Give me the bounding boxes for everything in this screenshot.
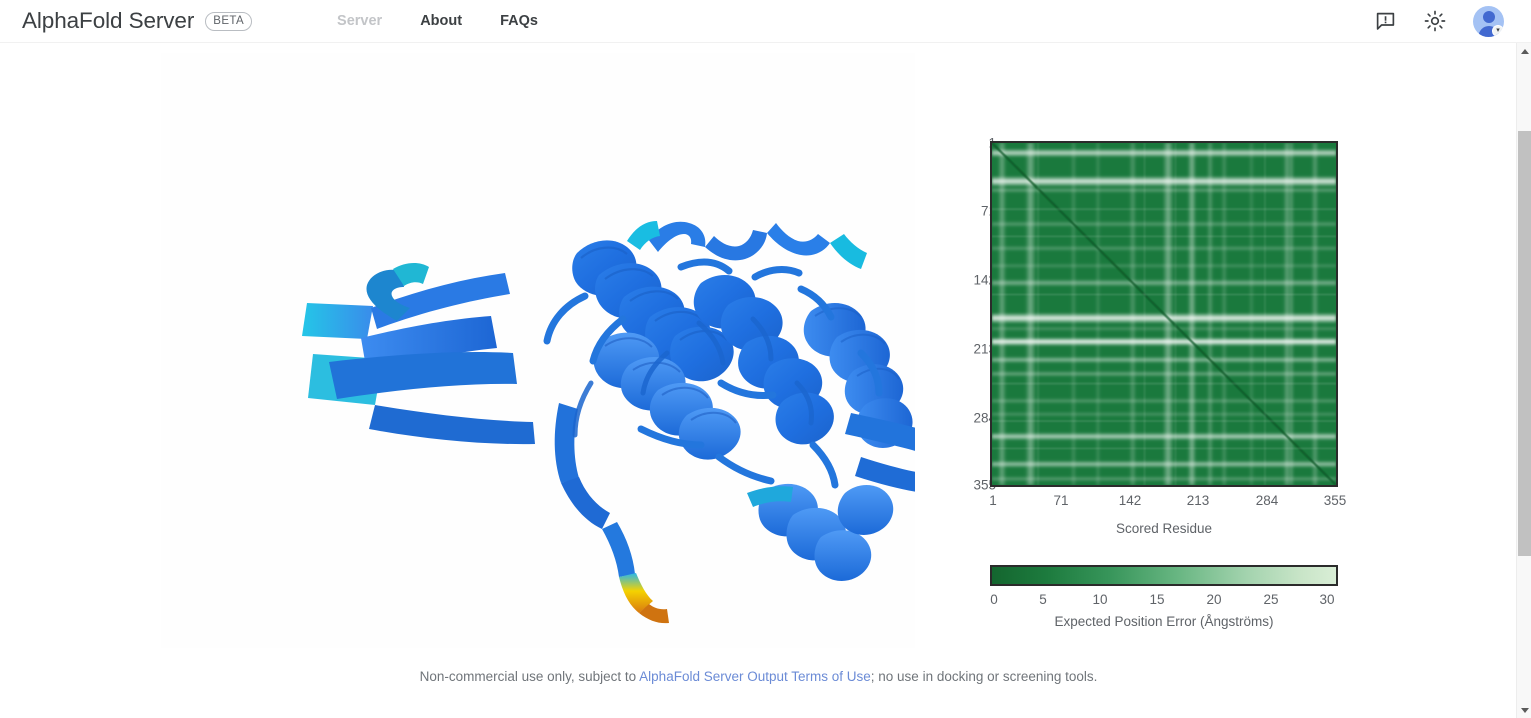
avatar-badge-icon: ▾ <box>1492 24 1504 37</box>
beta-badge: BETA <box>205 11 253 31</box>
main-nav: Server About FAQs <box>318 13 557 29</box>
avatar-head <box>1482 10 1495 23</box>
feedback-icon[interactable] <box>1373 9 1397 33</box>
colorbar-tick: 25 <box>1263 592 1279 607</box>
nav-item-faqs[interactable]: FAQs <box>481 13 557 29</box>
pae-heatmap[interactable] <box>990 141 1338 487</box>
header-actions: ▾ <box>1373 5 1504 37</box>
pae-x-tick: 355 <box>1323 493 1347 508</box>
pae-colorbar-label: Expected Position Error (Ångströms) <box>1054 614 1274 629</box>
usage-terms-prefix: Non-commercial use only, subject to <box>419 669 640 684</box>
colorbar-tick: 20 <box>1206 592 1222 607</box>
nav-item-about[interactable]: About <box>401 13 481 29</box>
colorbar-tick: 30 <box>1319 592 1335 607</box>
colorbar-tick: 15 <box>1149 592 1165 607</box>
pae-colorbar-ticks: 0 5 10 15 20 25 30 <box>990 592 1338 612</box>
pae-colorbar-gradient <box>990 565 1338 586</box>
pae-x-tick: 1 <box>989 493 997 508</box>
colorbar-tick: 10 <box>1092 592 1108 607</box>
app-title: AlphaFold Server <box>22 8 195 33</box>
brand[interactable]: AlphaFold Server BETA <box>22 8 253 34</box>
brightness-icon[interactable] <box>1423 9 1447 33</box>
page-scrollbar[interactable] <box>1516 43 1531 718</box>
scrollbar-thumb[interactable] <box>1518 131 1531 556</box>
colorbar-tick: 5 <box>1039 592 1047 607</box>
page-content: Aligned Residue 1 71 142 213 284 355 <box>0 43 1517 718</box>
nav-item-server[interactable]: Server <box>318 13 401 29</box>
app-header: AlphaFold Server BETA Server About FAQs <box>0 0 1531 43</box>
scroll-up-arrow-icon[interactable] <box>1517 43 1531 59</box>
pae-colorbar-legend: 0 5 10 15 20 25 30 Expected Position Err… <box>990 565 1338 629</box>
pae-panel: Aligned Residue 1 71 142 213 284 355 <box>930 93 1360 643</box>
scroll-down-arrow-icon[interactable] <box>1517 702 1531 718</box>
usage-terms-suffix: ; no use in docking or screening tools. <box>870 669 1098 684</box>
colorbar-tick: 0 <box>990 592 998 607</box>
avatar[interactable]: ▾ <box>1473 5 1504 37</box>
pae-x-tick: 142 <box>1118 493 1142 508</box>
pae-x-tick: 284 <box>1255 493 1279 508</box>
terms-of-use-link[interactable]: AlphaFold Server Output Terms of Use <box>639 669 871 684</box>
protein-ribbon-model <box>302 221 915 624</box>
pae-x-tick: 71 <box>1053 493 1069 508</box>
pae-x-axis-label: Scored Residue <box>1115 521 1213 536</box>
pae-x-axis-ticks: 1 71 142 213 284 355 <box>989 493 1346 513</box>
pae-x-tick: 213 <box>1186 493 1210 508</box>
structure-3d-viewer[interactable] <box>161 53 915 648</box>
usage-terms-note: Non-commercial use only, subject to Alph… <box>0 669 1517 684</box>
